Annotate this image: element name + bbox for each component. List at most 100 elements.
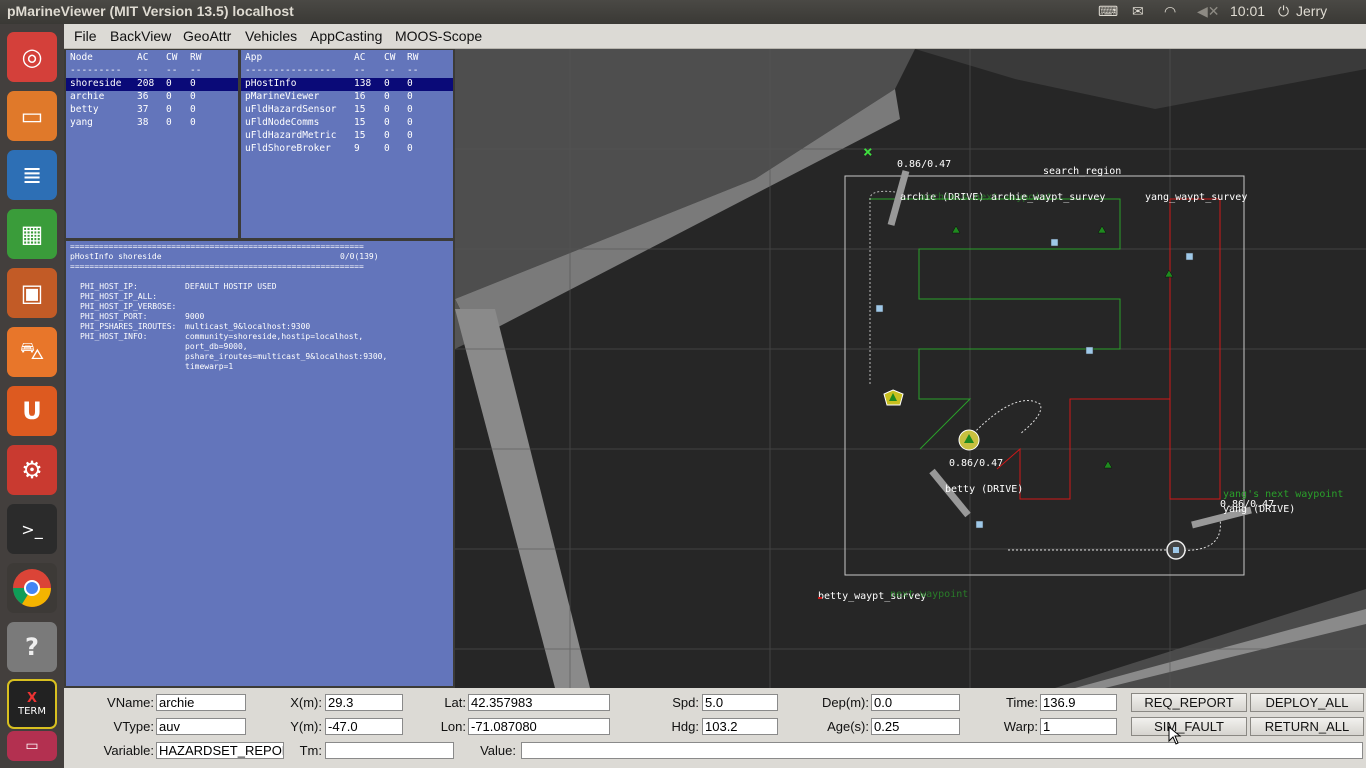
clock[interactable]: 10:01 <box>1230 3 1265 19</box>
wifi-icon[interactable]: ◠ <box>1164 3 1176 20</box>
app-rw: 0 <box>407 130 413 141</box>
lon-field[interactable]: -71.087080 <box>468 718 610 735</box>
app-name: pMarineViewer <box>245 91 320 102</box>
volume-icon[interactable]: ◀✕ <box>1197 3 1220 20</box>
vname-label: VName: <box>107 695 154 710</box>
xterm-label-top: X <box>26 691 38 706</box>
writer-icon[interactable]: ≣ <box>7 150 57 200</box>
app-row-ufldshorebroker[interactable]: uFldShoreBroker 9 0 0 <box>241 143 453 156</box>
req-report-button[interactable]: REQ_REPORT <box>1131 693 1247 712</box>
vtype-field[interactable]: auv <box>156 718 246 735</box>
report-key: PHI_HOST_IP: <box>80 282 138 291</box>
removable-drive-icon[interactable]: ▭ <box>7 731 57 761</box>
mouse-cursor-icon <box>1168 726 1182 745</box>
app-name: uFldHazardSensor <box>245 104 337 115</box>
node-row-archie[interactable]: archie 36 0 0 <box>66 91 238 104</box>
yang-label: yang (DRIVE) <box>1223 504 1295 515</box>
node-name: yang <box>70 117 93 128</box>
dash-icon[interactable]: ◎ <box>7 32 57 82</box>
report-value: pshare_iroutes=multicast_9&localhost:930… <box>185 352 388 361</box>
app-row-phostinfo[interactable]: pHostInfo 138 0 0 <box>241 78 453 91</box>
vname-field[interactable]: archie <box>156 694 246 711</box>
chrome-logo <box>13 569 51 607</box>
menu-vehicles[interactable]: Vehicles <box>245 28 297 44</box>
value-field[interactable] <box>521 742 1363 759</box>
y-label: Y(m): <box>290 719 322 734</box>
search-region-label: search_region <box>1043 166 1121 177</box>
node-header: Node AC CW RW <box>66 52 238 65</box>
help-icon[interactable]: ? <box>7 622 57 672</box>
variable-label: Variable: <box>103 743 154 758</box>
app-cw: 0 <box>384 143 390 154</box>
age-field[interactable]: 0.25 <box>871 718 960 735</box>
menu-geoattr[interactable]: GeoAttr <box>183 28 231 44</box>
files-icon[interactable]: ▭ <box>7 91 57 141</box>
menu-appcasting[interactable]: AppCasting <box>310 28 382 44</box>
app-name: uFldShoreBroker <box>245 143 331 154</box>
chrome-icon[interactable] <box>7 563 57 613</box>
keyboard-icon[interactable]: ⌨ <box>1098 3 1118 20</box>
y-field[interactable]: -47.0 <box>325 718 403 735</box>
warp-label: Warp: <box>1003 719 1038 734</box>
node-row-betty[interactable]: betty 37 0 0 <box>66 104 238 117</box>
settings-icon[interactable]: ⚙ <box>7 445 57 495</box>
dep-field[interactable]: 0.0 <box>871 694 960 711</box>
app-row-pmarineviewer[interactable]: pMarineViewer 16 0 0 <box>241 91 453 104</box>
map-canvas[interactable]: search_region × 0.86/0.47 archie (DRIVE)… <box>455 49 1366 688</box>
deploy-all-button[interactable]: DEPLOY_ALL <box>1250 693 1364 712</box>
software-center-icon[interactable]: ⛍ <box>7 327 57 377</box>
dash: --------- <box>70 65 122 76</box>
app-ac: 15 <box>354 130 366 141</box>
user-name[interactable]: Jerry <box>1296 3 1327 19</box>
node-rw: 0 <box>190 78 196 89</box>
app-row-ufldnodecomms[interactable]: uFldNodeComms 15 0 0 <box>241 117 453 130</box>
dep-label: Dep(m): <box>822 695 869 710</box>
node-row-yang[interactable]: yang 38 0 0 <box>66 117 238 130</box>
return-all-button[interactable]: RETURN_ALL <box>1250 717 1364 736</box>
power-icon[interactable]: ⏻ <box>1278 3 1289 20</box>
col-rw: RW <box>407 52 419 63</box>
app-row-ufldhazardmetric[interactable]: uFldHazardMetric 15 0 0 <box>241 130 453 143</box>
node-ac: 36 <box>137 91 149 102</box>
lat-field[interactable]: 42.357983 <box>468 694 610 711</box>
tm-field[interactable] <box>325 742 454 759</box>
node-row-shoreside[interactable]: shoreside 208 0 0 <box>66 78 238 91</box>
report-key: PHI_HOST_INFO: <box>80 332 148 341</box>
menu-file[interactable]: File <box>74 28 97 44</box>
report-key: PHI_PSHARES_IROUTES: <box>80 322 177 331</box>
x-field[interactable]: 29.3 <box>325 694 403 711</box>
app-cw: 0 <box>384 104 390 115</box>
node-cw: 0 <box>166 91 172 102</box>
app-rw: 0 <box>407 104 413 115</box>
betty-label: betty (DRIVE) <box>945 484 1023 495</box>
betty-next-label: next waypoint <box>890 589 968 600</box>
mail-icon[interactable]: ✉ <box>1132 3 1144 20</box>
spd-field[interactable]: 5.0 <box>702 694 778 711</box>
map-view[interactable]: search_region × 0.86/0.47 archie (DRIVE)… <box>455 49 1366 688</box>
menu-backview[interactable]: BackView <box>110 28 171 44</box>
xterm-icon[interactable]: X TERM <box>7 679 57 729</box>
sim-fault-button[interactable]: SIM_FAULT <box>1131 717 1247 736</box>
app-rw: 0 <box>407 91 413 102</box>
col-ac: AC <box>354 52 366 63</box>
top-panel: pMarineViewer (MIT Version 13.5) localho… <box>0 0 1366 24</box>
appcast-report: ========================================… <box>66 241 453 686</box>
ubuntu-one-icon[interactable]: U <box>7 386 57 436</box>
app-row-ufldhazardsensor[interactable]: uFldHazardSensor 15 0 0 <box>241 104 453 117</box>
warp-field[interactable]: 1 <box>1040 718 1117 735</box>
vtype-label: VType: <box>113 719 154 734</box>
app-ac: 15 <box>354 104 366 115</box>
node-list: Node AC CW RW --------- -- -- -- shoresi… <box>66 50 238 238</box>
node-cw: 0 <box>166 104 172 115</box>
node-rw: 0 <box>190 117 196 128</box>
calc-icon[interactable]: ▦ <box>7 209 57 259</box>
menu-moos-scope[interactable]: MOOS-Scope <box>395 28 482 44</box>
app-dashes: ---------------- -- -- -- <box>241 65 453 78</box>
time-field[interactable]: 136.9 <box>1040 694 1117 711</box>
impress-icon[interactable]: ▣ <box>7 268 57 318</box>
app-rw: 0 <box>407 143 413 154</box>
hdg-field[interactable]: 103.2 <box>702 718 778 735</box>
terminal-icon[interactable]: >_ <box>7 504 57 554</box>
spd-label: Spd: <box>672 695 699 710</box>
window-title: pMarineViewer (MIT Version 13.5) localho… <box>7 3 294 19</box>
